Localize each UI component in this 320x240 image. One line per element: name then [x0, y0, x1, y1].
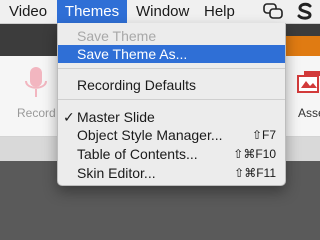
shortcut-label: ⇧⌘F11: [234, 166, 276, 180]
menu-item-save-theme-as[interactable]: Save Theme As...: [58, 45, 285, 63]
microphone-icon[interactable]: [24, 66, 48, 100]
shortcut-label: ⇧⌘F10: [233, 147, 276, 161]
menu-item-object-style-manager[interactable]: Object Style Manager... ⇧F7: [58, 126, 285, 144]
assets-icon[interactable]: [296, 68, 320, 96]
app-logo-icon[interactable]: [295, 2, 315, 21]
record-label[interactable]: Record: [17, 106, 56, 120]
menu-video[interactable]: Video: [9, 0, 47, 23]
checkmark-icon: ✓: [63, 109, 75, 125]
menu-item-table-of-contents[interactable]: Table of Contents... ⇧⌘F10: [58, 145, 285, 163]
menu-themes[interactable]: Themes: [57, 0, 127, 23]
menu-item-skin-editor[interactable]: Skin Editor... ⇧⌘F11: [58, 164, 285, 182]
themes-dropdown-menu: Save Theme Save Theme As... Recording De…: [57, 23, 286, 186]
menu-separator: [58, 99, 285, 100]
menu-bar: Video Themes Window Help: [0, 0, 320, 24]
shortcut-label: ⇧F7: [251, 128, 276, 142]
assets-label[interactable]: Asse: [298, 106, 320, 120]
menu-help[interactable]: Help: [204, 0, 235, 23]
menu-separator: [58, 68, 285, 69]
menu-item-save-theme: Save Theme: [77, 28, 157, 44]
menu-item-master-slide[interactable]: ✓ Master Slide: [58, 108, 285, 126]
menu-item-recording-defaults[interactable]: Recording Defaults: [58, 76, 285, 94]
chat-bubbles-icon[interactable]: [263, 2, 283, 21]
menu-window[interactable]: Window: [136, 0, 189, 23]
